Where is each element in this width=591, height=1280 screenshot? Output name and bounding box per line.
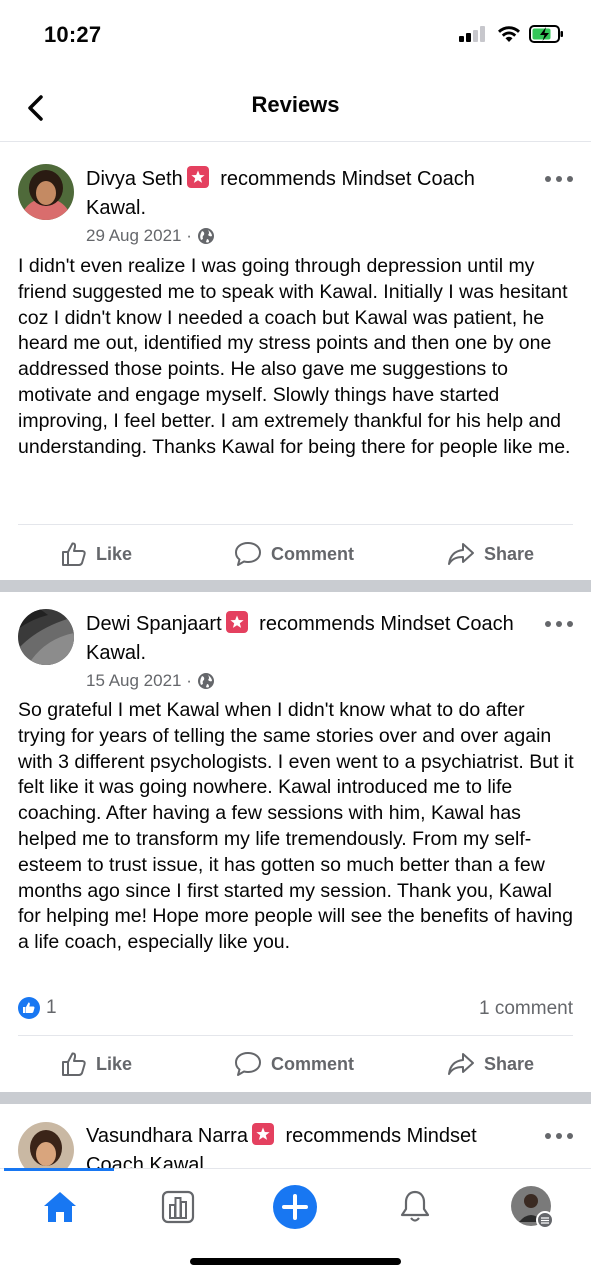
notifications-icon (400, 1190, 430, 1222)
review-meta: 15 Aug 2021 · (86, 671, 215, 691)
recommend-badge-icon (251, 1123, 274, 1145)
review-header: Dewi Spanjaart recommends Mindset Coach … (86, 610, 531, 668)
review-date[interactable]: 15 Aug 2021 · (86, 671, 192, 691)
status-bar: 10:27 (0, 0, 591, 72)
globe-icon (197, 673, 214, 689)
review-text: I didn't even realize I was going throug… (18, 255, 571, 458)
review-card: Divya Seth recommends Mindset Coach Kawa… (0, 143, 591, 580)
more-options-icon[interactable] (545, 614, 573, 634)
like-label: Like (96, 1053, 133, 1074)
comment-icon (235, 542, 261, 566)
page-suffix: . (140, 642, 147, 664)
comment-icon (235, 1052, 261, 1076)
more-options-icon[interactable] (545, 1126, 573, 1146)
review-card: Dewi Spanjaart recommends Mindset Coach … (0, 592, 591, 1092)
globe-icon (197, 228, 214, 244)
share-button[interactable]: Share (446, 526, 534, 582)
like-button[interactable]: Like (60, 1036, 132, 1092)
avatar[interactable] (18, 609, 74, 665)
pages-insights-icon (161, 1190, 195, 1224)
tab-profile[interactable] (508, 1183, 556, 1231)
review-meta: 29 Aug 2021 · (86, 226, 215, 246)
feed-separator (0, 580, 591, 592)
like-icon (62, 542, 86, 566)
recommend-badge-icon (186, 166, 209, 188)
wifi-icon (497, 25, 521, 48)
review-date[interactable]: 29 Aug 2021 · (86, 226, 192, 246)
page-suffix: . (140, 197, 147, 219)
reviewer-name[interactable]: Vasundhara Narra (86, 1125, 248, 1147)
like-button[interactable]: Like (60, 526, 132, 582)
recommends-text: recommends (214, 168, 342, 190)
more-options-icon[interactable] (545, 169, 573, 189)
create-icon (273, 1185, 317, 1229)
comment-count-link[interactable]: 1 comment (479, 998, 573, 1020)
avatar[interactable] (18, 1122, 74, 1168)
avatar[interactable] (18, 164, 74, 220)
share-label: Share (484, 1053, 535, 1074)
action-bar: Like Comment Share (0, 526, 591, 582)
reactions-summary[interactable]: 1 (18, 997, 57, 1019)
tab-home[interactable] (36, 1183, 84, 1231)
recommend-badge-icon (225, 611, 248, 633)
status-time: 10:27 (44, 22, 102, 47)
battery-charging-icon (529, 24, 565, 49)
like-icon (62, 1052, 86, 1076)
review-header: Divya Seth recommends Mindset Coach Kawa… (86, 165, 531, 223)
like-reaction-icon (18, 997, 40, 1019)
reviewer-name[interactable]: Dewi Spanjaart (86, 613, 222, 635)
home-indicator (190, 1258, 401, 1265)
review-header: Vasundhara Narra recommends Mindset Coac… (86, 1122, 531, 1168)
share-icon (448, 1053, 474, 1075)
review-card: Vasundhara Narra recommends Mindset Coac… (0, 1104, 591, 1168)
comment-label: Comment (271, 1053, 355, 1074)
feed-separator (0, 1092, 591, 1104)
share-button[interactable]: Share (446, 1036, 534, 1092)
comment-label: Comment (271, 543, 355, 564)
tab-insights[interactable] (154, 1183, 202, 1231)
nav-bar: Reviews (0, 72, 591, 142)
share-icon (448, 543, 474, 565)
review-text: So grateful I met Kawal when I didn't kn… (18, 699, 574, 954)
reviewer-name[interactable]: Divya Seth (86, 168, 183, 190)
recommends-text: recommends (253, 613, 381, 635)
reaction-count: 1 (46, 997, 57, 1018)
page-title: Reviews (251, 92, 340, 117)
divider (18, 524, 573, 525)
active-tab-indicator (4, 1168, 114, 1171)
action-bar: Like Comment Share (0, 1036, 591, 1092)
profile-avatar (511, 1186, 554, 1229)
status-icons (459, 24, 565, 49)
recommends-text: recommends (279, 1125, 407, 1147)
tab-notifications[interactable] (391, 1183, 439, 1231)
comment-button[interactable]: Comment (233, 1036, 354, 1092)
like-label: Like (96, 543, 133, 564)
tab-create[interactable] (271, 1183, 319, 1231)
home-icon (44, 1192, 76, 1222)
comment-button[interactable]: Comment (233, 526, 354, 582)
share-label: Share (484, 543, 535, 564)
cellular-signal-icon (459, 26, 489, 47)
